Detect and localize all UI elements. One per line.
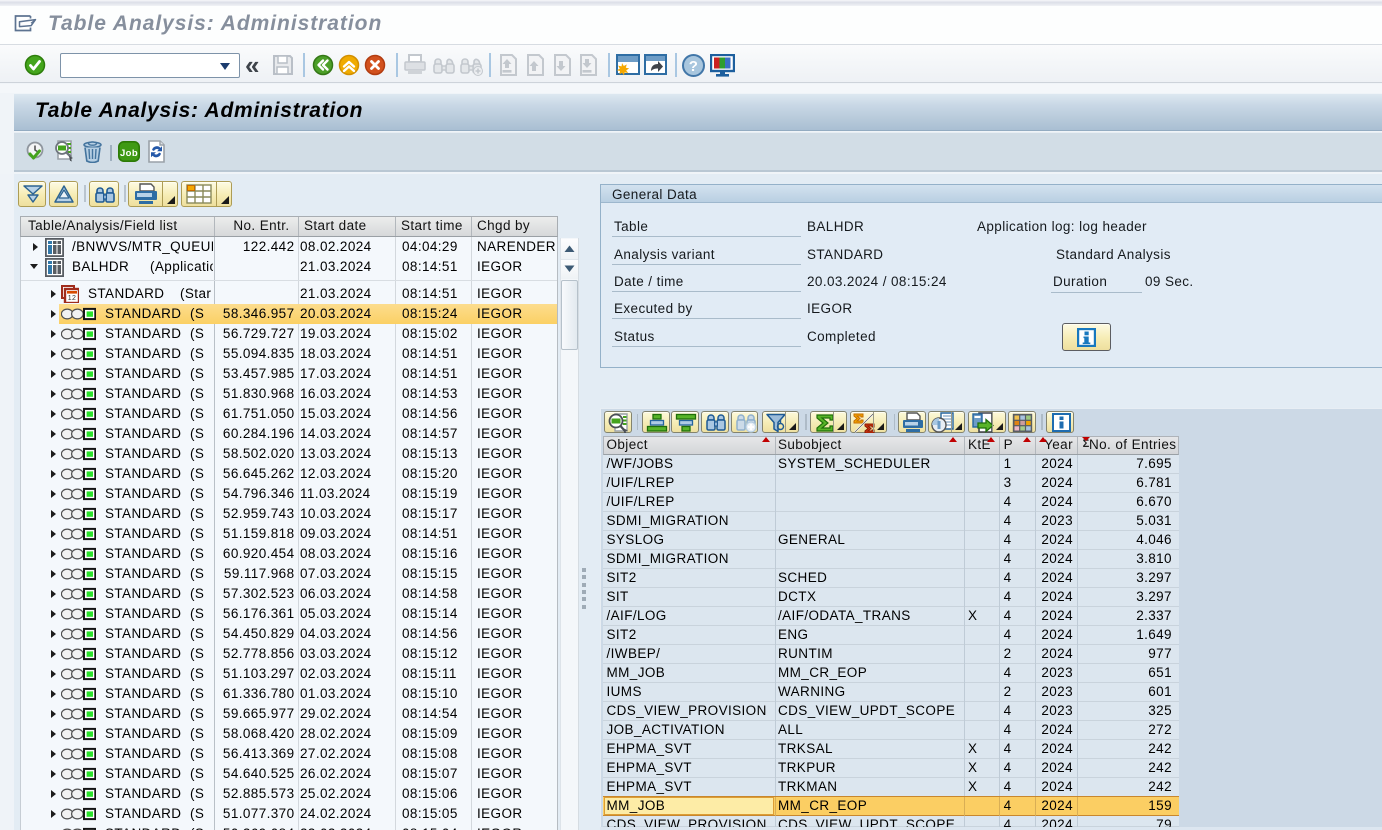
svg-text:Job: Job [120, 148, 138, 159]
svg-text:12: 12 [68, 295, 77, 302]
svg-text:?: ? [689, 58, 699, 75]
